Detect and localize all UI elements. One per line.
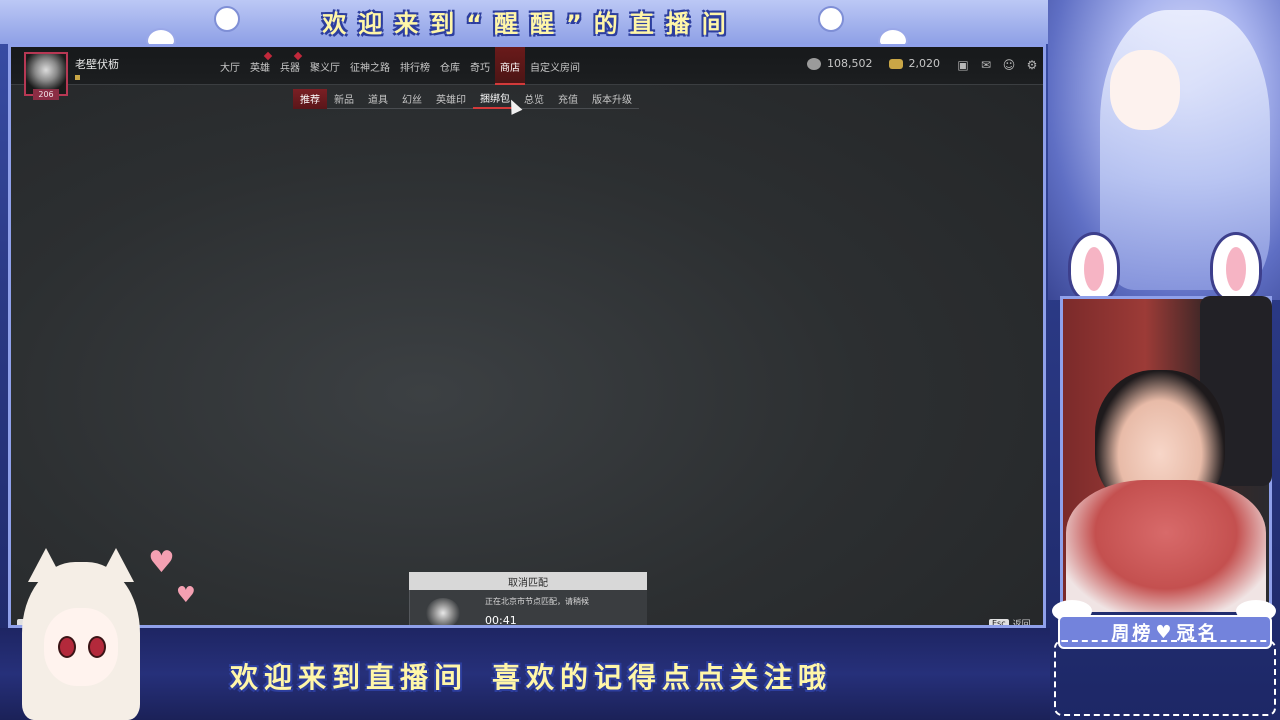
vortex-icon	[426, 598, 460, 625]
bottom-banner-text: 欢迎来到直播间 喜欢的记得点点关注哦	[230, 654, 990, 698]
nav-item-path[interactable]: 征神之路	[345, 47, 395, 85]
top-icon-bar: ▣ ✉ ☺ ⚙	[955, 57, 1040, 73]
nav-item-leaderboard[interactable]: 排行榜	[395, 47, 435, 85]
player-status-dot	[75, 75, 80, 80]
subnav-item-hero-seal[interactable]: 英雄印	[429, 89, 473, 109]
currency-display: 108,502 2,020	[807, 57, 940, 70]
settings-icon[interactable]: ⚙	[1024, 57, 1040, 73]
player-level-badge: 206	[33, 89, 59, 100]
gold-icon	[888, 58, 903, 69]
catgirl-face	[44, 608, 118, 686]
nav-item-heroes[interactable]: 英雄	[245, 47, 275, 85]
overlay-title: 欢迎来到“醒醒”的直播间	[322, 9, 738, 38]
nav-item-weapons[interactable]: 兵器	[275, 47, 305, 85]
subnav-item-recharge[interactable]: 充值	[551, 89, 585, 109]
webcam-streamer-body	[1066, 480, 1266, 612]
subnav-item-new[interactable]: 新品	[327, 89, 361, 109]
heart-icon: ♥	[148, 545, 175, 580]
nav-item-guild[interactable]: 聚义厅	[305, 47, 345, 85]
esc-back-hint[interactable]: Esc 返回	[989, 617, 1031, 628]
friends-icon[interactable]: ☺	[1001, 57, 1017, 73]
nav-item-warehouse[interactable]: 仓库	[435, 47, 465, 85]
coin-amount: 108,502	[827, 57, 873, 70]
bunny-ear-right-icon	[1210, 232, 1262, 302]
player-name: 老壁伏枥	[75, 58, 119, 71]
game-window: 206 老壁伏枥 大厅 英雄 兵器 聚义厅 征神之路 排行榜 仓库 奇巧 商店 …	[8, 44, 1046, 628]
bunny-ear-left-icon	[1068, 232, 1120, 302]
cat-sticker-icon	[818, 6, 844, 32]
nav-item-shop[interactable]: 商店	[495, 47, 525, 85]
subnav-item-items[interactable]: 道具	[361, 89, 395, 109]
matchmaking-timer: 00:41	[485, 614, 517, 627]
help-icon[interactable]: ▣	[955, 57, 971, 73]
catgirl-eye-left	[58, 636, 76, 658]
mail-icon[interactable]: ✉	[978, 57, 994, 73]
nav-item-lobby[interactable]: 大厅	[215, 47, 245, 85]
main-nav: 大厅 英雄 兵器 聚义厅 征神之路 排行榜 仓库 奇巧 商店 自定义房间	[215, 47, 585, 85]
bottom-banner-part1: 欢迎来到直播间	[230, 661, 469, 694]
catgirl-eye-right	[88, 636, 106, 658]
bottom-banner-part2: 喜欢的记得点点关注哦	[492, 661, 833, 694]
subnav-item-recommended[interactable]: 推荐	[293, 88, 327, 109]
subnav-item-silk[interactable]: 幻丝	[395, 89, 429, 109]
sponsor-name-box	[1054, 640, 1276, 716]
catgirl-sticker	[22, 548, 140, 720]
cat-sticker-icon	[214, 6, 240, 32]
matchmaking-status-box: 正在北京市节点匹配，请稍候 00:41	[409, 590, 647, 627]
cancel-match-button[interactable]: 取消匹配	[409, 572, 647, 590]
subnav-item-overview[interactable]: 总览	[517, 89, 551, 109]
nav-item-custom-room[interactable]: 自定义房间	[525, 47, 585, 85]
esc-key: Esc	[989, 619, 1009, 625]
back-label: 返回	[1012, 620, 1031, 628]
matchmaking-panel: 取消匹配 正在北京市节点匹配，请稍候 00:41	[409, 572, 649, 627]
gold-amount: 2,020	[908, 57, 941, 70]
nav-item-crafting[interactable]: 奇巧	[465, 47, 495, 85]
subnav-item-upgrade[interactable]: 版本升级	[585, 89, 639, 109]
heart-icon: ♥	[176, 583, 196, 608]
shop-subnav: 推荐 新品 道具 幻丝 英雄印 捆绑包 总览 充值 版本升级	[293, 88, 639, 109]
matchmaking-status-text: 正在北京市节点匹配，请稍候	[485, 597, 589, 606]
anime-face-decoration	[1110, 50, 1180, 130]
coin-icon	[807, 57, 821, 70]
